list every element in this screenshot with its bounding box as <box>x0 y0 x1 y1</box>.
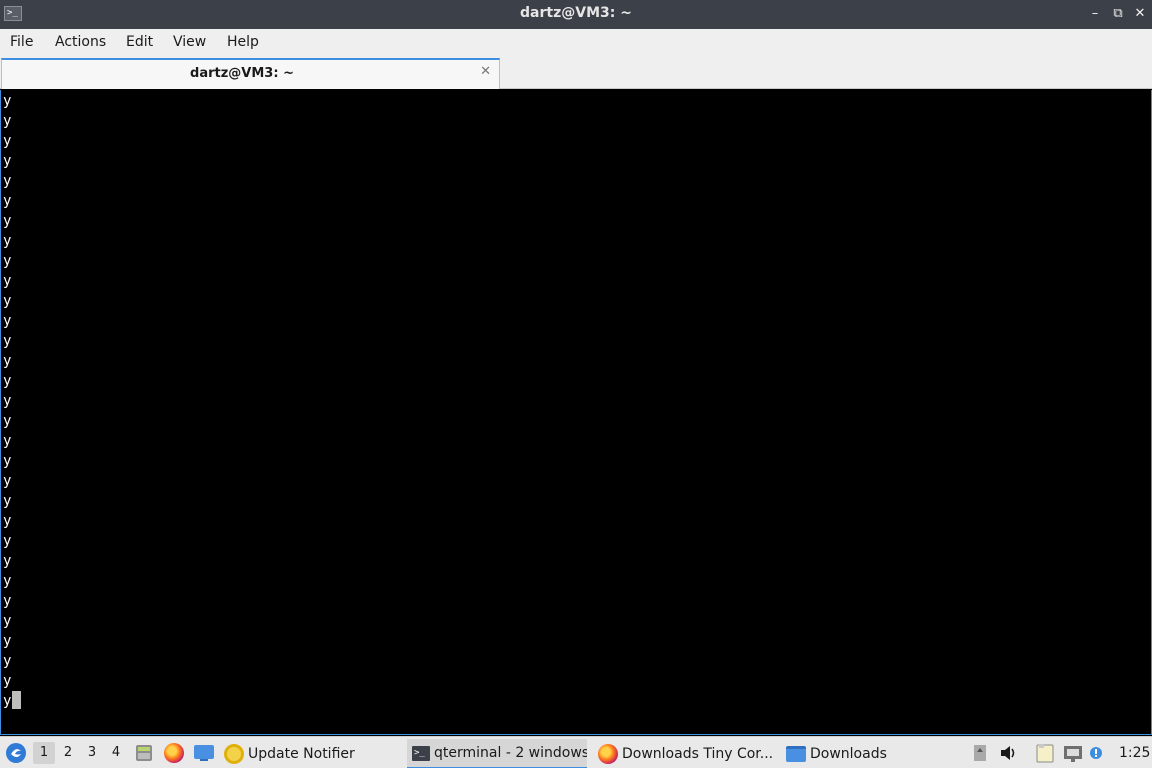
task-label: Downloads Tiny Cor... <box>622 746 774 762</box>
show-desktop-launcher[interactable] <box>193 737 215 768</box>
taskbar: 1 2 3 4 Update Notifier >_ qterminal - 2… <box>0 736 1152 768</box>
task-label: Downloads <box>810 746 887 762</box>
tab-close-icon[interactable]: ✕ <box>480 64 491 79</box>
terminal-line: y <box>3 673 12 689</box>
update-notifier-icon <box>224 744 244 764</box>
terminal-line: y <box>3 133 12 149</box>
terminal-cursor <box>12 691 22 709</box>
file-manager-launcher[interactable] <box>134 737 154 768</box>
terminal-line: y <box>3 173 12 189</box>
menu-actions[interactable]: Actions <box>55 34 106 50</box>
menu-bar: File Actions Edit View Help <box>0 29 1152 56</box>
menu-file[interactable]: File <box>10 34 33 50</box>
close-icon[interactable]: ✕ <box>1130 4 1150 24</box>
clipboard-icon[interactable] <box>972 743 988 763</box>
window-title: dartz@VM3: ~ <box>520 5 632 21</box>
task-update-notifier[interactable]: Update Notifier <box>224 739 404 768</box>
terminal-line: y <box>3 353 12 369</box>
task-qterminal[interactable]: >_ qterminal - 2 windows <box>407 739 587 768</box>
file-cabinet-icon <box>136 745 152 761</box>
firefox-icon <box>164 743 184 763</box>
task-label: qterminal - 2 windows <box>434 745 587 761</box>
terminal-line: y <box>3 493 12 509</box>
desktop-2-button[interactable]: 2 <box>57 742 79 764</box>
desktop-4-button[interactable]: 4 <box>105 742 127 764</box>
terminal-line: y <box>3 393 12 409</box>
terminal-line: y <box>3 333 12 349</box>
terminal-line: y <box>3 233 12 249</box>
clock[interactable]: 1:25 <box>1119 737 1150 768</box>
tab-label: dartz@VM3: ~ <box>190 66 294 81</box>
task-downloads-folder[interactable]: Downloads <box>786 739 966 768</box>
menu-edit[interactable]: Edit <box>126 34 153 50</box>
tab-bar: dartz@VM3: ~ ✕ <box>0 56 1152 89</box>
terminal-line: y <box>3 433 12 449</box>
terminal-line: y <box>3 513 12 529</box>
task-label: Update Notifier <box>248 746 355 762</box>
terminal-line: y <box>3 253 12 269</box>
terminal-line: y <box>3 93 12 109</box>
notification-icon[interactable] <box>1089 743 1103 763</box>
desktop-3-button[interactable]: 3 <box>81 742 103 764</box>
terminal-line: y <box>3 153 12 169</box>
terminal-line: y <box>3 213 12 229</box>
terminal-line: y <box>3 633 12 649</box>
terminal-line: y <box>3 193 12 209</box>
terminal-line: y <box>3 613 12 629</box>
terminal-output[interactable]: yyyyyyyyyyyyyyyyyyyyyyyyyyyyyyy <box>0 90 1152 735</box>
terminal-line: y <box>3 691 22 711</box>
lxqt-logo-icon <box>6 743 26 763</box>
terminal-line: y <box>3 293 12 309</box>
terminal-line: y <box>3 533 12 549</box>
terminal-icon: >_ <box>412 745 430 761</box>
terminal-line: y <box>3 553 12 569</box>
desktop-1-button[interactable]: 1 <box>33 742 55 764</box>
notes-icon[interactable] <box>1034 743 1056 763</box>
volume-icon[interactable] <box>998 743 1018 763</box>
start-menu-button[interactable] <box>5 737 27 768</box>
tab-terminal[interactable]: dartz@VM3: ~ ✕ <box>1 58 500 89</box>
firefox-icon <box>598 744 618 764</box>
terminal-line: y <box>3 113 12 129</box>
terminal-line: y <box>3 313 12 329</box>
menu-help[interactable]: Help <box>227 34 259 50</box>
desktop-icon <box>194 745 214 761</box>
terminal-line: y <box>3 653 12 669</box>
minimize-icon[interactable]: – <box>1085 4 1105 24</box>
firefox-launcher[interactable] <box>164 737 188 768</box>
task-firefox-downloads[interactable]: Downloads Tiny Cor... <box>598 739 776 768</box>
terminal-line: y <box>3 373 12 389</box>
folder-icon <box>786 746 806 762</box>
terminal-line: y <box>3 413 12 429</box>
terminal-lines: yyyyyyyyyyyyyyyyyyyyyyyyyyyyyyy <box>3 91 22 711</box>
network-icon[interactable] <box>1062 743 1084 763</box>
terminal-line: y <box>3 573 12 589</box>
terminal-line: y <box>3 593 12 609</box>
terminal-line: y <box>3 453 12 469</box>
maximize-icon[interactable]: ⧉ <box>1108 4 1128 24</box>
terminal-line: y <box>3 273 12 289</box>
menu-view[interactable]: View <box>173 34 206 50</box>
window-titlebar[interactable]: >_ dartz@VM3: ~ – ⧉ ✕ <box>0 0 1152 29</box>
terminal-line: y <box>3 473 12 489</box>
